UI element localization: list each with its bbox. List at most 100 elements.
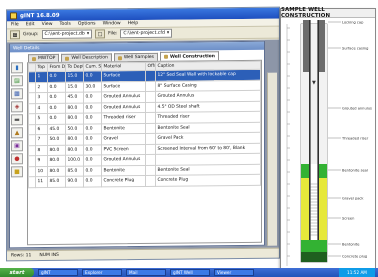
cum-size-cell[interactable]: 0.0 [83, 91, 102, 103]
fence-icon-button[interactable]: ▣ [11, 140, 23, 152]
column-header-from-depth[interactable]: From Depth [47, 63, 66, 72]
open-project-button[interactable]: ▦ [10, 30, 20, 40]
material-cell[interactable]: Grouted Annulus [101, 91, 146, 103]
row-marker-cell[interactable] [28, 71, 36, 83]
column-header-top[interactable]: Top [35, 63, 48, 72]
menu-options[interactable]: Options [78, 21, 96, 26]
to-depth-cell[interactable]: 80.0 [65, 134, 84, 145]
row-marker-cell[interactable] [28, 145, 36, 156]
menu-window[interactable]: Window [103, 21, 121, 26]
to-depth-cell[interactable]: 80.0 [65, 113, 84, 124]
from-depth-cell[interactable]: 0.0 [47, 71, 66, 83]
offset-cell[interactable] [145, 164, 156, 176]
offset-cell[interactable] [145, 175, 156, 186]
cum-size-cell[interactable]: 0.0 [83, 123, 102, 135]
material-cell[interactable]: PVC Screen [101, 143, 146, 155]
offset-cell[interactable] [145, 143, 156, 155]
from-depth-cell[interactable]: 0.0 [47, 81, 66, 93]
group-selector[interactable]: C:\\ent-project.db ▾ [41, 29, 93, 40]
material-cell[interactable]: Bentonite [101, 164, 146, 176]
cum-size-cell[interactable]: 30.0 [83, 81, 102, 93]
taskbar-item-viewer[interactable]: Viewer [214, 269, 254, 276]
id-cell[interactable]: 10 [35, 166, 48, 177]
graph-icon-button[interactable]: ▲ [11, 127, 23, 139]
menu-tools[interactable]: Tools [60, 22, 71, 27]
row-marker-cell[interactable] [28, 82, 36, 93]
taskbar-item-gint[interactable]: gINT [38, 269, 78, 276]
menu-edit[interactable]: Edit [26, 22, 35, 27]
row-marker-cell[interactable] [28, 166, 36, 177]
offset-cell[interactable] [145, 112, 156, 123]
child-window-title[interactable]: Well Details [10, 41, 264, 53]
offset-cell[interactable] [145, 133, 156, 144]
offset-cell[interactable] [145, 91, 156, 102]
row-marker-cell[interactable] [28, 176, 36, 188]
material-cell[interactable]: Surface [101, 80, 146, 92]
row-marker-cell[interactable] [28, 103, 36, 114]
id-cell[interactable]: 1 [35, 71, 48, 83]
offset-cell[interactable] [145, 154, 156, 165]
to-depth-cell[interactable]: 15.0 [65, 71, 84, 82]
from-depth-cell[interactable]: 0.0 [47, 113, 66, 125]
to-depth-cell[interactable]: 50.0 [65, 123, 84, 135]
material-cell[interactable]: Surface [101, 70, 146, 82]
material-cell[interactable]: Bentonite [101, 122, 146, 134]
menu-view[interactable]: View [42, 22, 53, 27]
well-construction-grid[interactable]: Top From Depth To Depth Cum. Size Materi… [27, 59, 262, 246]
to-depth-cell[interactable]: 85.0 [65, 165, 84, 177]
column-header-marker[interactable] [28, 63, 36, 72]
help-icon-button[interactable]: ■ [11, 166, 23, 178]
start-button[interactable]: start [0, 268, 34, 277]
from-depth-cell[interactable]: 0.0 [47, 92, 66, 104]
id-cell[interactable]: 8 [35, 145, 48, 156]
cum-size-cell[interactable]: 0.0 [83, 102, 102, 114]
taskbar-item-gint-well[interactable]: gINT Well [170, 269, 210, 276]
material-cell[interactable]: Concrete Plug [101, 175, 146, 187]
to-depth-cell[interactable]: 45.0 [65, 92, 84, 103]
row-marker-cell[interactable] [28, 92, 36, 104]
chart-icon-button[interactable]: ▩ [11, 88, 23, 100]
material-cell[interactable]: Threaded riser [101, 112, 146, 124]
to-depth-cell[interactable]: 80.0 [65, 102, 84, 114]
from-depth-cell[interactable]: 50.0 [47, 134, 66, 146]
cum-size-cell[interactable]: 0.0 [83, 112, 102, 124]
offset-cell[interactable] [145, 101, 156, 113]
file-button[interactable]: □ [95, 29, 106, 39]
table-row[interactable]: 11 85.0 90.0 0.0 Concrete Plug Concrete Plug [28, 174, 261, 188]
cum-size-cell[interactable]: 0.0 [83, 144, 102, 156]
taskbar-item-explorer[interactable]: Explorer [82, 269, 122, 276]
to-depth-cell[interactable]: 100.0 [65, 155, 84, 166]
library-icon-button[interactable]: ● [11, 153, 23, 165]
menu-file[interactable]: File [11, 22, 19, 27]
id-cell[interactable]: 3 [35, 92, 48, 104]
row-marker-cell[interactable] [28, 124, 36, 135]
row-marker-cell[interactable] [28, 155, 36, 167]
id-cell[interactable]: 7 [35, 134, 48, 146]
vertical-scrollbar[interactable] [267, 72, 277, 246]
file-selector[interactable]: C:\\ent-project.cfd ▾ [120, 28, 173, 39]
from-depth-cell[interactable]: 80.0 [47, 155, 66, 167]
column-header-to-depth[interactable]: To Depth [65, 63, 84, 72]
from-depth-cell[interactable]: 80.0 [47, 165, 66, 177]
report-icon-button[interactable]: ▬ [11, 114, 23, 126]
id-cell[interactable]: 5 [35, 113, 48, 125]
cum-size-cell[interactable]: 0.0 [83, 165, 102, 177]
row-marker-cell[interactable] [28, 134, 36, 146]
from-depth-cell[interactable]: 85.0 [47, 176, 66, 188]
row-marker-cell[interactable] [28, 113, 36, 125]
from-depth-cell[interactable]: 0.0 [47, 102, 66, 114]
menu-help[interactable]: Help [128, 21, 138, 26]
material-cell[interactable]: Grouted Annulus [101, 154, 146, 166]
offset-cell[interactable] [145, 122, 156, 134]
log-icon-button[interactable]: ▤ [11, 75, 23, 87]
id-cell[interactable]: 6 [35, 124, 48, 135]
id-cell[interactable]: 11 [35, 176, 48, 188]
column-header-cum-size[interactable]: Cum. Size [83, 62, 102, 72]
material-cell[interactable]: Gravel [101, 133, 146, 145]
material-cell[interactable]: Grouted Annulus [101, 101, 146, 113]
cum-size-cell[interactable]: 0.0 [83, 133, 102, 145]
from-depth-cell[interactable]: 45.0 [47, 123, 66, 135]
id-cell[interactable]: 2 [35, 82, 48, 93]
offset-cell[interactable] [145, 80, 156, 92]
cum-size-cell[interactable]: 0.0 [83, 70, 102, 82]
